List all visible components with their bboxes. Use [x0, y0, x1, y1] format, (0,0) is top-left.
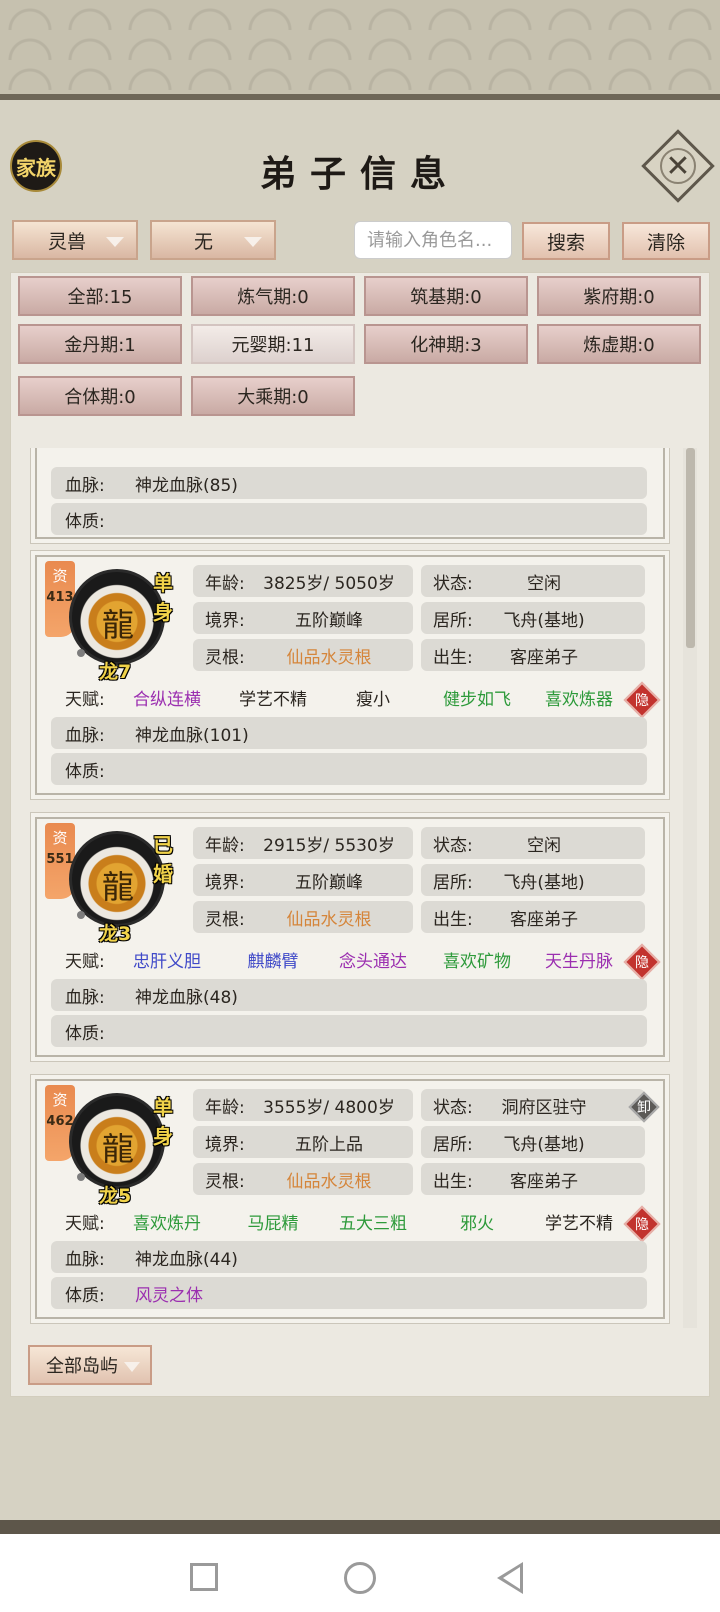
disciple-card[interactable]: 资 462 单身 龙5 年龄:3555岁/ 4800岁 境界:五阶上品 灵根:仙… [30, 1074, 670, 1324]
talent-item: 瘦小 [356, 689, 390, 710]
page-title: 弟子信息 [259, 153, 460, 195]
status-dot [77, 911, 85, 919]
origin-field: 出生: 客座弟子 [421, 901, 645, 933]
residence-field: 居所: 飞舟(基地) [421, 1126, 645, 1158]
avatar-area: 资 551 已婚 龙3 [41, 823, 191, 951]
bloodline-row: 血脉: 神龙血脉(48) [51, 979, 647, 1011]
status-field: 状态: 空闲 [421, 565, 645, 597]
age-field: 年龄: 3825岁/ 5050岁 [193, 565, 413, 597]
talent-row: 天赋: 忠肝义胆 麒麟臂 念头通达 喜欢矿物 天生丹脉 [51, 943, 647, 975]
root-field: 灵根: 仙品水灵根 [193, 639, 413, 671]
talent-item: 合纵连横 [133, 689, 201, 710]
disciple-list[interactable]: 血脉: 神龙血脉(85) 体质: 资 413 单身 龙7 年龄:3825岁/ 5… [18, 448, 694, 1328]
residence-field: 居所: 飞舟(基地) [421, 864, 645, 896]
search-input[interactable] [354, 221, 512, 259]
status-dot [77, 1173, 85, 1181]
talent-item: 麒麟臂 [247, 951, 299, 972]
stage-filter-all[interactable]: 全部:15 [18, 276, 182, 316]
physique-row: 体质: 风灵之体 [51, 1277, 647, 1309]
marital-status: 单身 [153, 1095, 173, 1148]
chevron-down-icon [106, 237, 124, 247]
disciple-card[interactable]: 血脉: 神龙血脉(85) 体质: [30, 448, 670, 544]
bloodline-row: 血脉: 神龙血脉(44) [51, 1241, 647, 1273]
stage-filter-huashen[interactable]: 化神期:3 [364, 324, 528, 364]
subtype-dropdown[interactable]: 无 [150, 220, 276, 260]
physique-row: 体质: [51, 503, 647, 535]
avatar-area: 资 462 单身 龙5 [41, 1085, 191, 1213]
talent-item: 喜欢炼器 [545, 689, 613, 710]
disciple-name: 龙3 [99, 923, 132, 945]
status-dot [77, 649, 85, 657]
talent-item: 五大三粗 [339, 1213, 407, 1234]
stage-filter-zifu[interactable]: 紫府期:0 [537, 276, 701, 316]
bloodline-row: 血脉: 神龙血脉(85) [51, 467, 647, 499]
clear-button[interactable]: 清除 [622, 222, 710, 260]
marital-status: 单身 [153, 571, 173, 624]
stage-filter-zhuji[interactable]: 筑基期:0 [364, 276, 528, 316]
island-dropdown-label: 全部岛屿 [46, 1356, 118, 1377]
talent-item: 马屁精 [247, 1213, 299, 1234]
talent-item: 健步如飞 [443, 689, 511, 710]
origin-field: 出生: 客座弟子 [421, 639, 645, 671]
search-button[interactable]: 搜索 [522, 222, 610, 260]
type-dropdown-label: 灵兽 [48, 230, 87, 253]
stage-filter-jindan[interactable]: 金丹期:1 [18, 324, 182, 364]
physique-row: 体质: [51, 1015, 647, 1047]
talent-item: 喜欢炼丹 [133, 1213, 201, 1234]
talent-row: 天赋: 喜欢炼丹 马屁精 五大三粗 邪火 学艺不精 [51, 1205, 647, 1237]
stage-filter-lianqi[interactable]: 炼气期:0 [191, 276, 355, 316]
talent-item: 念头通达 [339, 951, 407, 972]
stage-filter-dacheng[interactable]: 大乘期:0 [191, 376, 355, 416]
marital-status: 已婚 [153, 833, 173, 886]
back-icon[interactable] [497, 1562, 523, 1594]
island-dropdown[interactable]: 全部岛屿 [28, 1345, 152, 1385]
talent-item: 忠肝义胆 [133, 951, 201, 972]
age-field: 年龄: 3555岁/ 4800岁 [193, 1089, 413, 1121]
talent-item: 学艺不精 [239, 689, 307, 710]
talent-item: 天生丹脉 [545, 951, 613, 972]
status-field: 状态: 洞府区驻守 [421, 1089, 645, 1121]
stage-filter-yuanying[interactable]: 元婴期:11 [191, 324, 355, 364]
close-icon: ✕ [665, 148, 691, 184]
physique-row: 体质: [51, 753, 647, 785]
age-field: 年龄: 2915岁/ 5530岁 [193, 827, 413, 859]
stage-filter-heti[interactable]: 合体期:0 [18, 376, 182, 416]
disciple-card[interactable]: 资 551 已婚 龙3 年龄:2915岁/ 5530岁 境界:五阶巅峰 灵根:仙… [30, 812, 670, 1062]
disciple-name: 龙5 [99, 1185, 132, 1207]
realm-field: 境界: 五阶巅峰 [193, 602, 413, 634]
origin-field: 出生: 客座弟子 [421, 1163, 645, 1195]
bloodline-label: 血脉: [65, 475, 105, 496]
chevron-down-icon [244, 237, 262, 247]
root-field: 灵根: 仙品水灵根 [193, 1163, 413, 1195]
panel-edge [0, 1520, 720, 1534]
top-decor [0, 0, 720, 100]
talent-item: 喜欢矿物 [443, 951, 511, 972]
home-icon[interactable] [344, 1562, 376, 1594]
physique-label: 体质: [65, 511, 105, 532]
residence-field: 居所: 飞舟(基地) [421, 602, 645, 634]
realm-field: 境界: 五阶巅峰 [193, 864, 413, 896]
disciple-card[interactable]: 资 413 单身 龙7 年龄:3825岁/ 5050岁 境界:五阶巅峰 灵根:仙… [30, 550, 670, 800]
type-dropdown[interactable]: 灵兽 [12, 220, 138, 260]
avatar-area: 资 413 单身 龙7 [41, 561, 191, 689]
subtype-dropdown-label: 无 [194, 230, 214, 253]
talent-item: 邪火 [460, 1213, 494, 1234]
chevron-down-icon [124, 1362, 140, 1372]
talent-item: 学艺不精 [545, 1213, 613, 1234]
bloodline-row: 血脉: 神龙血脉(101) [51, 717, 647, 749]
bloodline-value: 神龙血脉(85) [135, 475, 238, 496]
talent-row: 天赋: 合纵连横 学艺不精 瘦小 健步如飞 喜欢炼器 [51, 681, 647, 713]
status-field: 状态: 空闲 [421, 827, 645, 859]
root-field: 灵根: 仙品水灵根 [193, 901, 413, 933]
recents-icon[interactable] [190, 1563, 218, 1591]
realm-field: 境界: 五阶上品 [193, 1126, 413, 1158]
stage-filter-lianxu[interactable]: 炼虚期:0 [537, 324, 701, 364]
disciple-name: 龙7 [99, 661, 132, 683]
